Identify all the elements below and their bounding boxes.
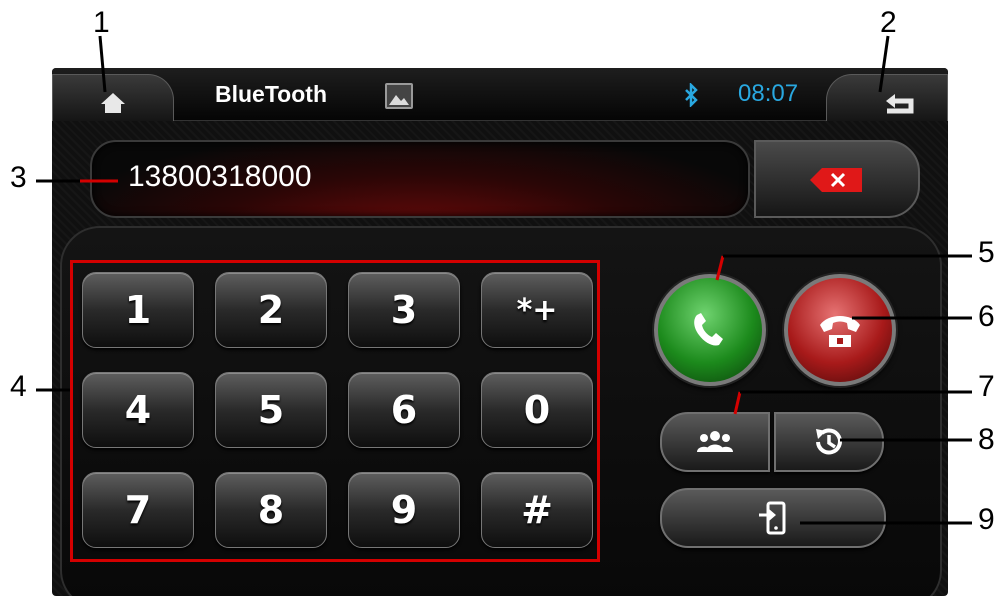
hangup-button[interactable]: [784, 274, 896, 386]
keypad-annotation-frame: [70, 260, 600, 562]
image-icon: [385, 83, 413, 109]
contacts-button[interactable]: [660, 412, 770, 472]
status-bar: BlueTooth 08:07: [52, 68, 948, 121]
call-history-button[interactable]: [774, 412, 884, 472]
callout-8: 8: [978, 423, 995, 456]
callout-7: 7: [978, 370, 995, 403]
clock: 08:07: [738, 80, 799, 107]
callout-5: 5: [978, 236, 995, 269]
callout-6: 6: [978, 300, 995, 333]
callout-4: 4: [10, 370, 27, 403]
backspace-icon: [810, 168, 862, 192]
app-title: BlueTooth: [215, 81, 327, 107]
dialed-number: 13800318000: [128, 160, 312, 193]
transfer-button[interactable]: [660, 488, 886, 548]
back-arrow-icon: [886, 93, 914, 114]
callout-1: 1: [93, 6, 110, 39]
contacts-icon: [697, 431, 733, 452]
delete-button[interactable]: [754, 140, 920, 218]
home-icon: [101, 92, 125, 113]
phone-call-icon: [694, 313, 723, 346]
phone-hangup-icon: [820, 316, 860, 347]
back-button[interactable]: [826, 74, 948, 121]
bluetooth-icon: [684, 81, 698, 113]
number-display[interactable]: 13800318000: [90, 140, 750, 218]
callout-9: 9: [978, 503, 995, 536]
call-history-icon: [816, 428, 842, 455]
home-button[interactable]: [52, 74, 174, 121]
callout-2: 2: [880, 6, 897, 39]
call-button[interactable]: [654, 274, 766, 386]
phone-transfer-icon: [759, 501, 786, 535]
callout-3: 3: [10, 161, 27, 194]
